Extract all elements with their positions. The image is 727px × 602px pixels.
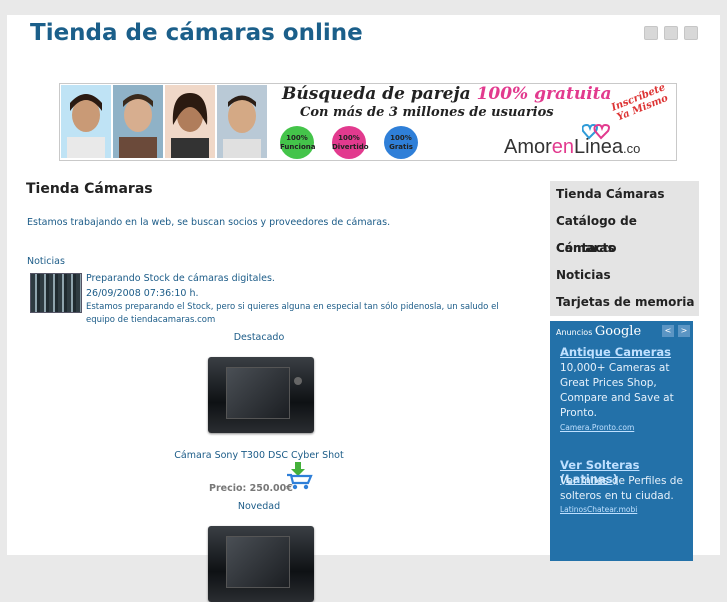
person-photo-3: [165, 85, 215, 158]
news-body-line-2: equipo de tiendacamaras.com: [86, 315, 216, 325]
intro-text: Estamos trabajando en la web, se buscan …: [27, 217, 391, 228]
banner-brand-logo: AmorenLinea.co: [504, 136, 641, 158]
sidebar-item-contacto[interactable]: Contacto: [550, 235, 699, 262]
product-price: Precio: 250.00€: [209, 483, 293, 494]
featured-product-image[interactable]: [208, 357, 314, 433]
news-thumbnail[interactable]: [30, 273, 82, 313]
new-products-label: Novedad: [237, 501, 281, 512]
badge-divertido: 100% Divertido: [332, 126, 369, 159]
sidebar-item-tarjetas[interactable]: Tarjetas de memoria: [550, 289, 699, 316]
sidebar-item-catalogo[interactable]: Catálogo de Cámaras: [550, 208, 699, 255]
new-product-image[interactable]: [208, 526, 314, 602]
banner-subtitle: Con más de 3 millones de usuarios: [300, 105, 554, 120]
person-photo-2: [113, 85, 163, 158]
ads-next-arrow-icon[interactable]: >: [678, 325, 690, 337]
page-title: Tienda Cámaras: [26, 181, 153, 197]
badge-funciona: 100% Funciona: [280, 126, 315, 159]
ad-1-url[interactable]: Camera.Pronto.com: [560, 423, 634, 432]
news-date: 26/09/2008 07:36:10 h.: [86, 288, 199, 299]
news-body-line-1: Estamos preparando el Stock, pero si qui…: [86, 302, 499, 312]
featured-product-link[interactable]: Cámara Sony T300 DSC Cyber Shot: [27, 450, 491, 461]
ad-2-url[interactable]: LatinosChatear.mobi: [560, 505, 637, 514]
page-container: Tienda de cámaras online Búsqueda de par…: [7, 15, 720, 602]
edit-icon[interactable]: [684, 26, 698, 40]
sidebar-item-tienda[interactable]: Tienda Cámaras: [550, 181, 699, 208]
sidebar-item-noticias[interactable]: Noticias: [550, 262, 699, 289]
news-section-link[interactable]: Noticias: [27, 256, 65, 267]
camera-screen: [226, 536, 290, 588]
person-photo-4: [217, 85, 267, 158]
news-title-link[interactable]: Preparando Stock de cámaras digitales.: [86, 273, 275, 284]
badge-gratis: 100% Gratis: [384, 126, 418, 159]
person-photo-1: [61, 85, 111, 158]
camera-button: [294, 377, 302, 385]
home-icon[interactable]: [644, 26, 658, 40]
camera-screen: [226, 367, 290, 419]
google-logo: Google: [594, 324, 642, 339]
featured-label: Destacado: [233, 332, 285, 343]
site-title[interactable]: Tienda de cámaras online: [30, 20, 363, 46]
sidebar-nav: Tienda Cámaras Catálogo de Cámaras Conta…: [550, 181, 699, 316]
ad-2-text[interactable]: Ver miles de Perfiles de solteros en tu …: [560, 474, 690, 504]
ads-header: Anuncios Google: [556, 324, 642, 339]
mail-icon[interactable]: [664, 26, 678, 40]
ad-1-text[interactable]: 10,000+ Cameras at Great Prices Shop, Co…: [560, 361, 690, 421]
google-ads-box: Anuncios Google < > Antique Cameras 10,0…: [550, 321, 693, 561]
ad-1-title[interactable]: Antique Cameras: [560, 345, 671, 359]
ads-prev-arrow-icon[interactable]: <: [662, 325, 674, 337]
banner-ad[interactable]: Búsqueda de pareja 100% gratuita Con más…: [59, 83, 677, 161]
